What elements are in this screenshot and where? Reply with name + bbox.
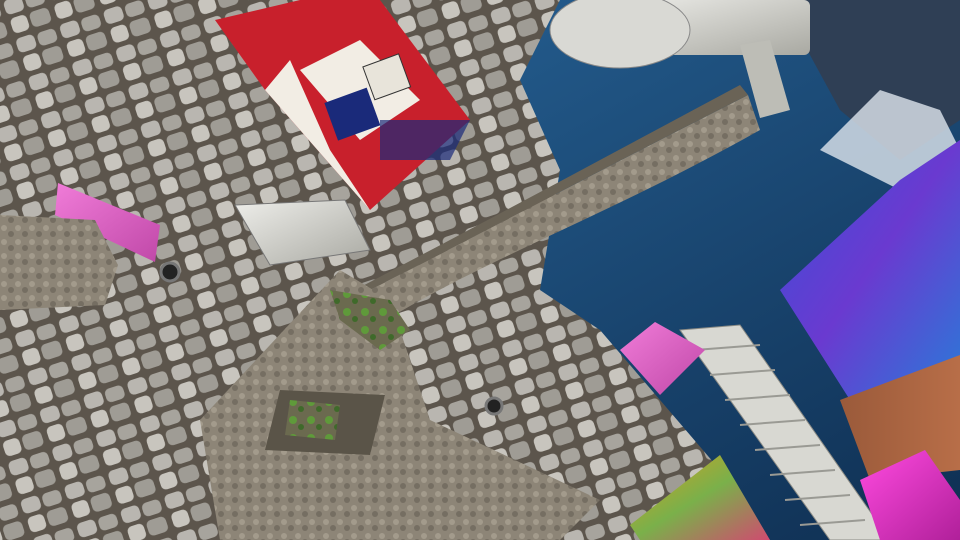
drain-grate-2 [484, 396, 504, 416]
game-viewport[interactable] [0, 0, 960, 540]
scene-render[interactable] [0, 0, 960, 540]
drain-grate-1 [159, 261, 181, 283]
